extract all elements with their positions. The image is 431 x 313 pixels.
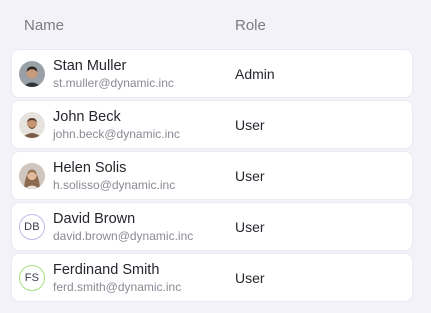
user-name: Stan Muller <box>53 58 127 74</box>
user-name: John Beck <box>53 109 121 125</box>
column-header-name[interactable]: Name <box>24 17 64 34</box>
table-row[interactable]: DB David Brown david.brown@dynamic.inc U… <box>12 203 412 250</box>
user-email: ferd.smith@dynamic.inc <box>53 280 182 294</box>
user-name: Helen Solis <box>53 160 127 176</box>
table-row[interactable]: Helen Solis h.solisso@dynamic.inc User <box>12 152 412 199</box>
avatar-initials: FS <box>19 265 45 291</box>
user-email: john.beck@dynamic.inc <box>53 127 180 141</box>
avatar-photo-icon <box>19 112 45 138</box>
avatar-initials: DB <box>19 214 45 240</box>
users-table: Name Role Stan Muller st.muller@dynamic.… <box>0 0 431 313</box>
avatar-photo-icon <box>19 61 45 87</box>
user-role: User <box>235 168 265 184</box>
user-email: h.solisso@dynamic.inc <box>53 178 176 192</box>
user-email: st.muller@dynamic.inc <box>53 76 174 90</box>
user-name: David Brown <box>53 211 136 227</box>
table-row[interactable]: John Beck john.beck@dynamic.inc User <box>12 101 412 148</box>
table-header: Name Role <box>0 0 431 50</box>
column-header-role[interactable]: Role <box>235 17 266 34</box>
user-role: User <box>235 117 265 133</box>
user-role: Admin <box>235 66 275 82</box>
avatar-photo-icon <box>19 163 45 189</box>
user-role: User <box>235 219 265 235</box>
table-row[interactable]: Stan Muller st.muller@dynamic.inc Admin <box>12 50 412 97</box>
user-role: User <box>235 270 265 286</box>
table-row[interactable]: FS Ferdinand Smith ferd.smith@dynamic.in… <box>12 254 412 301</box>
user-name: Ferdinand Smith <box>53 262 160 278</box>
user-email: david.brown@dynamic.inc <box>53 229 194 243</box>
